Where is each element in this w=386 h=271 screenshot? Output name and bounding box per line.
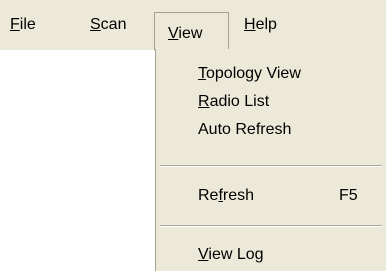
view-dropdown-menu: Topology View Radio List Auto Refresh Re… — [155, 49, 386, 271]
topology-view-accelerator: T — [198, 65, 206, 82]
menu-item-auto-refresh[interactable]: Auto Refresh — [198, 117, 291, 143]
menu-scan-rest: can — [100, 16, 127, 33]
menu-view-rest: iew — [178, 25, 203, 42]
menu-item-view-log[interactable]: View Log — [198, 242, 264, 268]
menu-item-refresh[interactable]: Refresh — [198, 183, 254, 209]
menu-item-topology-view[interactable]: Topology View — [198, 61, 301, 87]
menu-file-accelerator: F — [10, 16, 20, 33]
menu-separator — [160, 225, 382, 227]
view-log-accelerator: V — [198, 246, 209, 263]
menu-scan[interactable]: Scan — [90, 14, 126, 36]
refresh-rest: resh — [222, 187, 255, 204]
radio-list-rest: adio List — [209, 93, 270, 110]
menu-file[interactable]: File — [10, 14, 36, 36]
auto-refresh-label: Auto Refresh — [198, 121, 292, 138]
menu-separator — [160, 165, 382, 167]
refresh-pre: Re — [198, 187, 219, 204]
view-log-rest: iew Log — [208, 246, 264, 263]
menu-view[interactable]: View — [154, 12, 229, 50]
menu-help-accelerator: H — [244, 16, 256, 33]
menu-help[interactable]: Help — [244, 14, 277, 36]
menu-view-accelerator: V — [168, 25, 179, 42]
radio-list-accelerator: R — [198, 93, 210, 110]
menu-scan-accelerator: S — [90, 16, 101, 33]
menu-help-rest: elp — [255, 16, 277, 33]
topology-view-rest: opology View — [206, 65, 301, 82]
menu-item-radio-list[interactable]: Radio List — [198, 89, 269, 115]
refresh-shortcut: F5 — [339, 187, 358, 204]
menu-file-rest: ile — [19, 16, 36, 33]
application-window: File Scan View Help Topology View Radio … — [0, 0, 386, 271]
menu-bar: File Scan View Help — [0, 0, 386, 50]
